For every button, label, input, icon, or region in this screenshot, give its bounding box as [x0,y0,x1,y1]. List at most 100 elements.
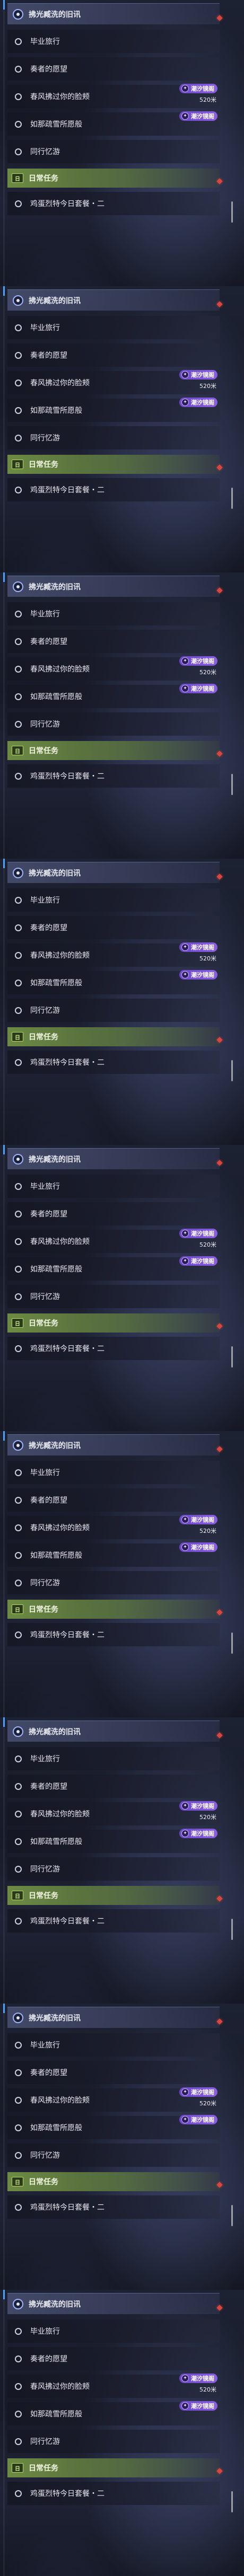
quest-chain-header[interactable]: 拂光臧洗的旧讯 [7,289,220,311]
quest-item[interactable]: 奏者的愿望 [7,1202,220,1225]
quest-item-label: 春风拂过你的脸颊 [30,1524,90,1532]
target-icon [13,8,23,20]
quest-tracker: 拂光臧洗的旧讯 毕业旅行 奏者的愿望 春风拂过你的脸颊 ✦ 潮汐镜阁 520米 … [0,0,244,2576]
quest-chain-header[interactable]: 拂光臧洗的旧讯 [7,3,220,24]
quest-item[interactable]: 毕业旅行 [7,1747,220,1770]
daily-tasks-header[interactable]: 日 日常任务 [7,741,220,760]
daily-task-item[interactable]: 鸡蛋烈特今日套餐・二 [7,2195,220,2219]
quest-chain-title: 拂光臧洗的旧讯 [29,1155,81,1164]
location-badge: ✦ 潮汐镜阁 [179,398,217,407]
daily-task-item[interactable]: 鸡蛋烈特今日套餐・二 [7,1909,220,1933]
quest-chain-header[interactable]: 拂光臧洗的旧讯 [7,2293,220,2314]
tracker-rail-active [3,2004,5,2013]
circle-icon [15,1631,22,1638]
quest-item[interactable]: 毕业旅行 [7,1461,220,1484]
daily-tasks-header[interactable]: 日 日常任务 [7,455,220,474]
circle-icon [15,1345,22,1352]
daily-tasks-header[interactable]: 日 日常任务 [7,1886,220,1905]
location-badge-text: 潮汐镜阁 [191,1516,214,1523]
daily-task-item[interactable]: 鸡蛋烈特今日套餐・二 [7,1623,220,1646]
scrollbar-handle[interactable] [231,2205,233,2226]
daily-tasks-header[interactable]: 日 日常任务 [7,2172,220,2191]
circle-icon [15,979,22,986]
daily-tasks-header[interactable]: 日 日常任务 [7,169,220,188]
circle-icon [15,65,22,73]
quest-item[interactable]: 毕业旅行 [7,2319,220,2343]
daily-tasks-header[interactable]: 日 日常任务 [7,1027,220,1046]
quest-chain-title: 拂光臧洗的旧讯 [29,1441,81,1450]
scrollbar-handle[interactable] [231,2491,233,2512]
quest-item-label: 如那疏雪所愿般 [30,1551,82,1560]
circle-icon [15,2410,22,2418]
quest-chain-header[interactable]: 拂光臧洗的旧讯 [7,576,220,597]
quest-chain-header[interactable]: 拂光臧洗的旧讯 [7,1721,220,1742]
scrollbar-handle[interactable] [231,1346,233,1368]
tracker-rail [3,2290,5,2576]
quest-item[interactable]: 奏者的愿望 [7,1775,220,1798]
quest-chain-header[interactable]: 拂光臧洗的旧讯 [7,1148,220,1169]
quest-chain-title: 拂光臧洗的旧讯 [29,2014,81,2023]
daily-task-item[interactable]: 鸡蛋烈特今日套餐・二 [7,478,220,501]
quest-item[interactable]: 毕业旅行 [7,2033,220,2057]
circle-icon [15,1007,22,1014]
quest-item[interactable]: 同行忆游 [7,426,220,449]
quest-item-label: 如那疏雪所愿般 [30,1265,82,1274]
quest-chain-header[interactable]: 拂光臧洗的旧讯 [7,862,220,883]
quest-item[interactable]: 同行忆游 [7,712,220,736]
quest-item[interactable]: 同行忆游 [7,999,220,1022]
location-badge: ✦ 潮汐镜阁 [179,2087,217,2097]
daily-task-item[interactable]: 鸡蛋烈特今日套餐・二 [7,764,220,788]
scrollbar-handle[interactable] [231,1633,233,1654]
quest-item[interactable]: 同行忆游 [7,1285,220,1308]
quest-item[interactable]: 毕业旅行 [7,602,220,625]
quest-item-label: 奏者的愿望 [30,638,67,646]
daily-task-label: 鸡蛋烈特今日套餐・二 [30,1917,104,1926]
daily-task-item[interactable]: 鸡蛋烈特今日套餐・二 [7,2482,220,2505]
quest-item[interactable]: 奏者的愿望 [7,630,220,653]
quest-item[interactable]: 毕业旅行 [7,30,220,53]
circle-icon [15,2490,22,2497]
scrollbar-handle[interactable] [231,201,233,223]
daily-task-label: 鸡蛋烈特今日套餐・二 [30,1345,104,1353]
daily-tasks-title: 日常任务 [29,174,58,183]
quest-item[interactable]: 毕业旅行 [7,1175,220,1198]
location-badge: ✦ 潮汐镜阁 [179,1256,217,1266]
quest-item[interactable]: 奏者的愿望 [7,1488,220,1512]
quest-item[interactable]: 同行忆游 [7,1571,220,1594]
scrollbar-handle[interactable] [231,1919,233,1940]
scrollbar-handle[interactable] [231,1060,233,1081]
daily-tasks-header[interactable]: 日 日常任务 [7,1313,220,1333]
quest-item-label: 如那疏雪所愿般 [30,2124,82,2132]
quest-item[interactable]: 同行忆游 [7,1857,220,1881]
quest-chain-header[interactable]: 拂光臧洗的旧讯 [7,2007,220,2028]
distance-readout: 520米 [199,96,216,103]
daily-task-icon: 日 [12,1032,23,1042]
quest-item[interactable]: 奏者的愿望 [7,2347,220,2370]
quest-item-label: 奏者的愿望 [30,65,67,74]
daily-task-item[interactable]: 鸡蛋烈特今日套餐・二 [7,192,220,215]
scrollbar-handle[interactable] [231,774,233,795]
daily-tasks-header[interactable]: 日 日常任务 [7,1600,220,1619]
circle-icon [15,1265,22,1273]
scrollbar-handle[interactable] [231,488,233,509]
quest-item[interactable]: 同行忆游 [7,2430,220,2453]
quest-item[interactable]: 奏者的愿望 [7,916,220,939]
quest-item[interactable]: 奏者的愿望 [7,2061,220,2084]
quest-item[interactable]: 奏者的愿望 [7,343,220,367]
target-icon [13,1726,23,1737]
daily-tasks-header[interactable]: 日 日常任务 [7,2458,220,2477]
quest-item[interactable]: 奏者的愿望 [7,57,220,81]
quest-chain-header[interactable]: 拂光臧洗的旧讯 [7,1434,220,1455]
quest-chain-title: 拂光臧洗的旧讯 [29,296,81,305]
quest-item[interactable]: 同行忆游 [7,140,220,163]
quest-item[interactable]: 同行忆游 [7,2143,220,2167]
location-badge: ✦ 潮汐镜阁 [179,84,217,93]
daily-task-item[interactable]: 鸡蛋烈特今日套餐・二 [7,1337,220,1360]
quest-item[interactable]: 毕业旅行 [7,888,220,912]
circle-icon [15,2096,22,2104]
circle-icon [15,1469,22,1476]
compass-icon: ✦ [181,85,189,92]
circle-icon [15,120,22,128]
quest-item[interactable]: 毕业旅行 [7,316,220,339]
daily-task-item[interactable]: 鸡蛋烈特今日套餐・二 [7,1051,220,1074]
